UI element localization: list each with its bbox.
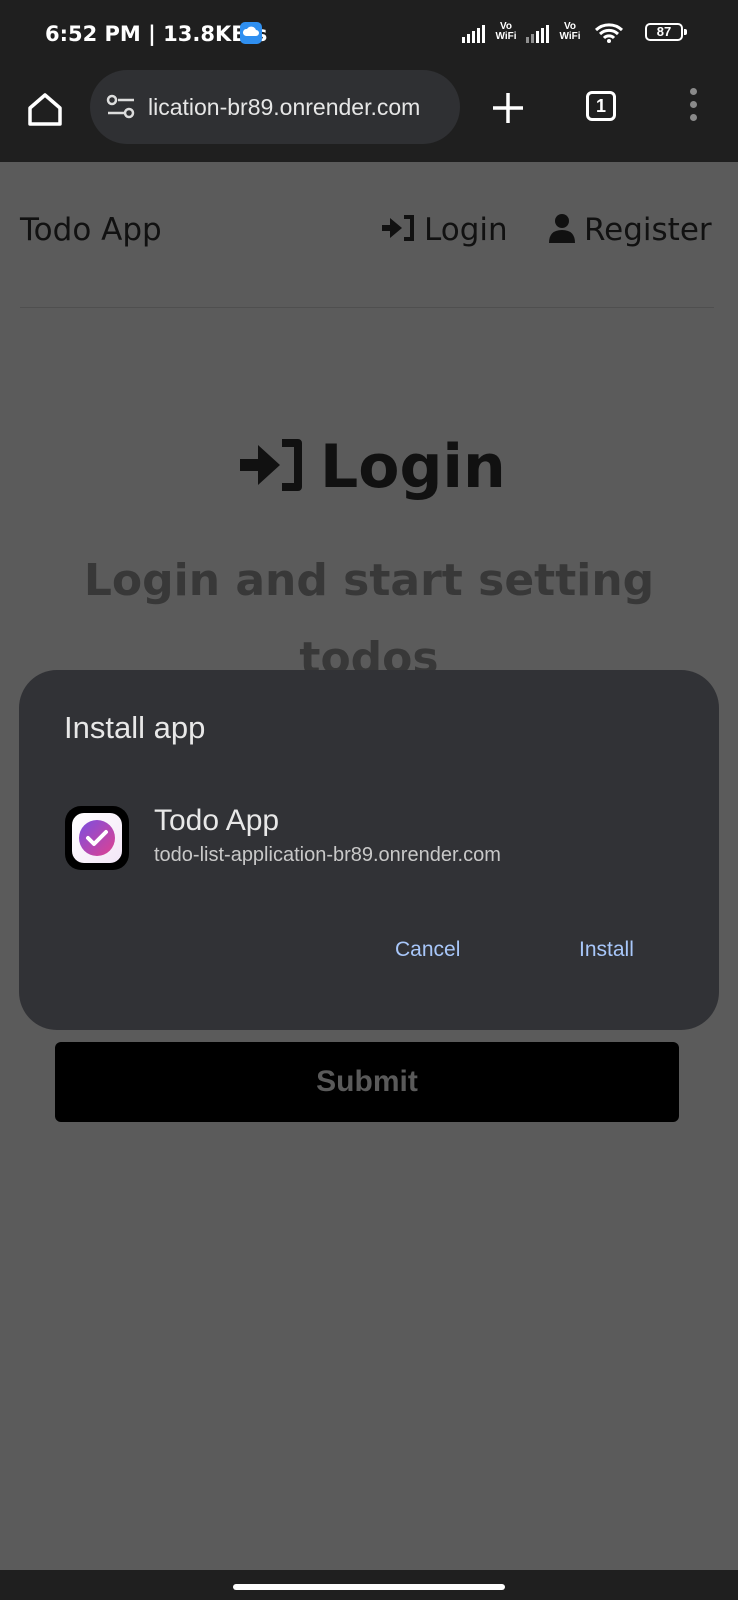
battery-icon: 87 <box>645 23 687 41</box>
page-heading: Login <box>240 432 506 502</box>
cloud-upload-icon <box>240 22 262 44</box>
more-menu-icon[interactable] <box>686 88 700 128</box>
app-icon <box>65 806 129 870</box>
login-icon <box>240 438 304 496</box>
submit-button[interactable]: Submit <box>55 1042 679 1122</box>
dialog-title: Install app <box>64 710 206 745</box>
signal-icon <box>462 25 486 43</box>
site-settings-icon[interactable] <box>106 94 136 120</box>
install-button[interactable]: Install <box>579 938 634 962</box>
browser-toolbar: lication-br89.onrender.com 1 <box>0 58 738 162</box>
nav-login-label: Login <box>424 212 508 248</box>
signal-icon <box>526 25 550 43</box>
user-icon <box>548 213 576 248</box>
status-bar: 6:52 PM | 13.8KB/s Vo WiFi Vo WiFi 87 <box>0 0 738 58</box>
cancel-button[interactable]: Cancel <box>395 938 460 962</box>
brand-title[interactable]: Todo App <box>20 212 162 248</box>
app-name: Todo App <box>154 804 280 837</box>
vowifi-label: Vo WiFi <box>559 21 581 42</box>
status-time-speed: 6:52 PM | 13.8KB/s <box>45 22 268 46</box>
nav-register-label: Register <box>584 212 712 248</box>
new-tab-icon[interactable] <box>490 90 526 126</box>
vowifi-label: Vo WiFi <box>495 21 517 42</box>
url-bar[interactable]: lication-br89.onrender.com <box>90 70 460 144</box>
nav-login-link[interactable]: Login <box>382 210 508 250</box>
app-url: todo-list-application-br89.onrender.com <box>154 844 501 866</box>
home-icon[interactable] <box>24 88 66 130</box>
page-heading-text: Login <box>320 432 506 502</box>
install-app-dialog: Install app Todo App todo-list-applicati… <box>19 670 719 1030</box>
gesture-nav-bar <box>0 1570 738 1600</box>
url-text: lication-br89.onrender.com <box>148 94 421 120</box>
home-gesture-handle[interactable] <box>233 1584 505 1590</box>
divider <box>20 307 714 308</box>
wifi-icon <box>594 22 624 49</box>
login-icon <box>382 214 416 247</box>
tab-switcher-button[interactable]: 1 <box>586 91 616 121</box>
nav-register-link[interactable]: Register <box>548 210 712 250</box>
